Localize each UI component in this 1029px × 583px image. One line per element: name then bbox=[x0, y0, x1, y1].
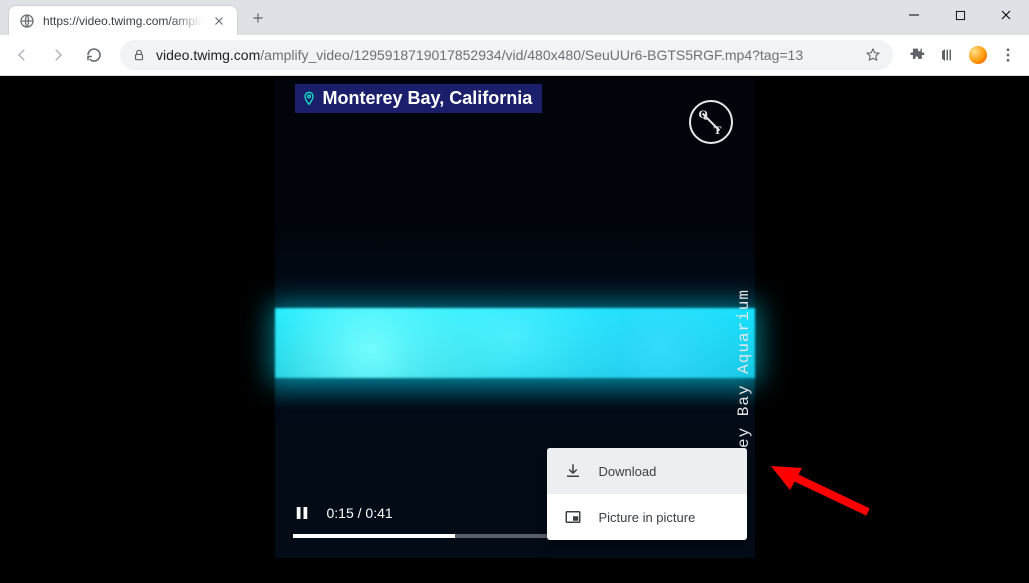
page-content: Monterey Bay, California Q T ey Bay Aqua… bbox=[0, 76, 1029, 583]
extension-badge-icon[interactable] bbox=[969, 46, 987, 64]
browser-menu-icon[interactable] bbox=[999, 46, 1017, 64]
extension-icons bbox=[903, 46, 1023, 64]
video-location-label: Monterey Bay, California bbox=[323, 88, 533, 109]
window-minimize-button[interactable] bbox=[891, 0, 937, 30]
context-menu-download-label: Download bbox=[599, 464, 657, 479]
nav-forward-button[interactable] bbox=[42, 39, 74, 71]
video-progress-fill bbox=[293, 534, 456, 538]
window-maximize-button[interactable] bbox=[937, 0, 983, 30]
tab-title: https://video.twimg.com/amplify_video/12… bbox=[43, 14, 203, 28]
browser-tab[interactable]: https://video.twimg.com/amplify_video/12… bbox=[8, 5, 238, 35]
globe-favicon-icon bbox=[19, 13, 35, 29]
video-watermark-icon: Q T bbox=[689, 100, 733, 144]
video-player[interactable]: Monterey Bay, California Q T ey Bay Aqua… bbox=[275, 78, 755, 558]
annotation-arrow-icon bbox=[768, 462, 878, 522]
nav-back-button[interactable] bbox=[6, 39, 38, 71]
picture-in-picture-icon bbox=[563, 508, 583, 526]
watermark-bottom-letter: T bbox=[713, 124, 721, 136]
window-close-button[interactable] bbox=[983, 0, 1029, 30]
video-pause-button[interactable] bbox=[293, 504, 311, 522]
bookmark-star-icon[interactable] bbox=[865, 47, 881, 63]
url-path: /amplify_video/1295918719017852934/vid/4… bbox=[260, 47, 803, 63]
new-tab-button[interactable] bbox=[244, 4, 272, 32]
video-context-menu: Download Picture in picture bbox=[547, 448, 747, 540]
context-menu-pip-label: Picture in picture bbox=[599, 510, 696, 525]
extensions-puzzle-icon[interactable] bbox=[909, 46, 927, 64]
browser-toolbar: video.twimg.com/amplify_video/1295918719… bbox=[0, 35, 1029, 76]
video-credit-text: ey Bay Aquarium bbox=[735, 289, 753, 448]
url-text: video.twimg.com/amplify_video/1295918719… bbox=[156, 47, 855, 63]
video-time-display: 0:15 / 0:41 bbox=[327, 505, 393, 521]
nav-reload-button[interactable] bbox=[78, 39, 110, 71]
context-menu-pip[interactable]: Picture in picture bbox=[547, 494, 747, 540]
media-control-icon[interactable] bbox=[939, 46, 957, 64]
video-location-chip: Monterey Bay, California bbox=[295, 84, 543, 113]
context-menu-download[interactable]: Download bbox=[547, 448, 747, 494]
url-host: video.twimg.com bbox=[156, 47, 260, 63]
address-bar[interactable]: video.twimg.com/amplify_video/1295918719… bbox=[120, 40, 893, 70]
location-pin-icon bbox=[301, 91, 317, 107]
video-wave-visual bbox=[275, 308, 755, 378]
tab-close-icon[interactable] bbox=[211, 13, 227, 29]
download-icon bbox=[563, 462, 583, 480]
lock-icon bbox=[132, 48, 146, 62]
window-controls bbox=[891, 0, 1029, 30]
browser-titlebar: https://video.twimg.com/amplify_video/12… bbox=[0, 0, 1029, 35]
